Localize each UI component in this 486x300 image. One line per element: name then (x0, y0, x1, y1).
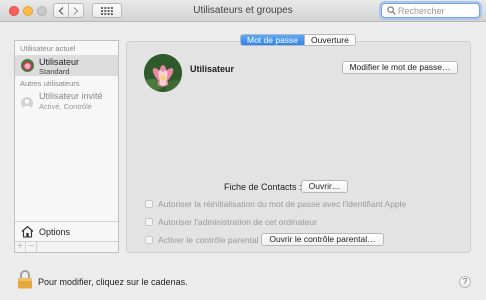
current-user-row[interactable]: Utilisateur Standard (15, 55, 118, 76)
user-full-name: Utilisateur (190, 64, 235, 74)
user-picture[interactable] (144, 54, 182, 92)
apple-id-reset-checkbox[interactable] (145, 199, 153, 208)
admin-checkbox[interactable] (145, 217, 153, 226)
lock-message: Pour modifier, cliquez sur le cadenas. (38, 277, 188, 287)
users-sidebar: Utilisateur actuel Utilisateur Standard … (14, 40, 119, 253)
tab-login-items[interactable]: Ouverture (304, 35, 355, 45)
login-options-label: Options (39, 227, 71, 237)
user-avatar (21, 59, 34, 72)
search-field[interactable]: Rechercher (381, 3, 480, 18)
parental-controls-option[interactable]: Activer le contrôle parental (145, 234, 259, 245)
guest-user-name: Utilisateur invité (39, 91, 103, 101)
help-button[interactable]: ? (459, 276, 471, 288)
open-parental-controls-button[interactable]: Ouvrir le contrôle parental… (261, 233, 384, 246)
admin-label: Autoriser l'administration de cet ordina… (158, 216, 317, 227)
title-bar: Utilisateurs et groupes Rechercher (0, 0, 486, 22)
apple-id-reset-option[interactable]: Autoriser la réinitialisation du mot de … (145, 198, 406, 209)
lock-button[interactable] (17, 270, 33, 291)
tab-bar: Mot de passe Ouverture (240, 34, 356, 46)
admin-option[interactable]: Autoriser l'administration de cet ordina… (145, 216, 317, 227)
login-options-row[interactable]: Options (15, 221, 118, 241)
parental-controls-checkbox[interactable] (145, 235, 153, 244)
house-icon (21, 225, 34, 238)
parental-controls-label: Activer le contrôle parental (158, 234, 259, 245)
open-contact-card-button[interactable]: Ouvrir… (301, 180, 348, 193)
current-user-heading: Utilisateur actuel (20, 44, 76, 53)
other-users-heading: Autres utilisateurs (20, 79, 80, 88)
add-remove-bar: + − (15, 241, 118, 252)
current-user-role: Standard (39, 67, 70, 76)
current-user-name: Utilisateur (39, 57, 80, 67)
contact-card-label: Fiche de Contacts : (224, 182, 302, 192)
remove-user-button[interactable]: − (26, 242, 37, 252)
guest-avatar-icon (21, 97, 33, 109)
change-password-button[interactable]: Modifier le mot de passe… (342, 61, 458, 74)
guest-user-state: Activé, Contrôlé (39, 102, 92, 111)
search-icon (387, 6, 396, 15)
apple-id-reset-label: Autoriser la réinitialisation du mot de … (158, 198, 407, 209)
add-user-button[interactable]: + (15, 242, 26, 252)
search-placeholder: Rechercher (398, 5, 445, 16)
tab-password[interactable]: Mot de passe (241, 35, 305, 45)
padlock-icon (18, 270, 32, 289)
